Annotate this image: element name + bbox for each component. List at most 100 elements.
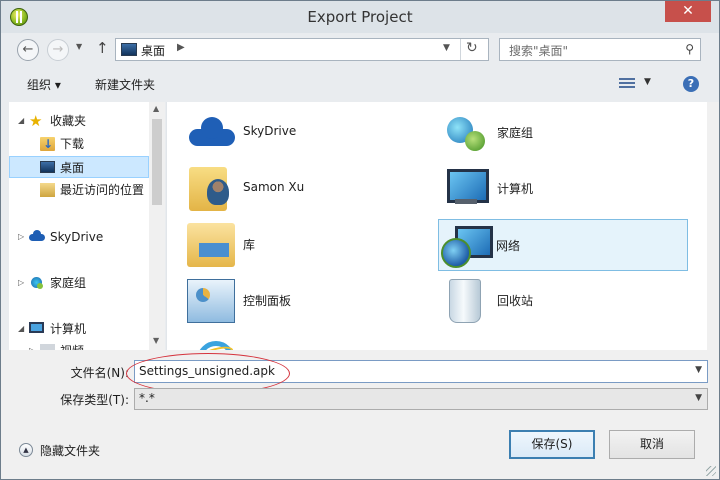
recycle-bin-icon bbox=[449, 279, 481, 323]
nav-item-label: SkyDrive bbox=[50, 230, 104, 244]
list-item-label: SkyDrive bbox=[243, 124, 297, 138]
save-button[interactable]: 保存(S) bbox=[509, 430, 595, 459]
list-item-label: 控制面板 bbox=[243, 294, 292, 308]
list-item-computer[interactable]: 计算机 bbox=[423, 163, 673, 215]
nav-item-label: 桌面 bbox=[60, 161, 85, 175]
new-folder-button[interactable]: 新建文件夹 bbox=[95, 76, 155, 93]
list-item-internet-explorer[interactable] bbox=[169, 331, 419, 350]
computer-icon bbox=[29, 322, 44, 333]
list-item-network[interactable]: 网络 bbox=[438, 219, 688, 271]
search-icon[interactable]: ⚲ bbox=[685, 42, 694, 56]
scroll-down-icon[interactable]: ▼ bbox=[153, 336, 159, 345]
skydrive-icon bbox=[187, 111, 235, 155]
address-bar[interactable]: 桌面 ▶ ▼ ↻ bbox=[115, 38, 489, 61]
internet-explorer-icon bbox=[187, 335, 235, 350]
back-arrow-icon: ← bbox=[22, 42, 34, 57]
list-item-label: 回收站 bbox=[497, 294, 534, 308]
command-bar: 组织 ▾ 新建文件夹 ▼ bbox=[1, 69, 719, 99]
nav-item-label: 最近访问的位置 bbox=[60, 183, 145, 197]
forward-button[interactable]: → bbox=[47, 39, 69, 61]
file-list-scrollbar[interactable] bbox=[707, 102, 719, 350]
libraries-icon bbox=[187, 223, 235, 267]
recent-places-icon bbox=[40, 183, 55, 197]
nav-item-label: 收藏夹 bbox=[50, 114, 87, 128]
resize-grip-icon[interactable] bbox=[706, 466, 716, 476]
address-location[interactable]: 桌面 bbox=[141, 42, 165, 59]
change-view-icon[interactable] bbox=[619, 76, 635, 90]
expanded-chevron-icon[interactable]: ◢ bbox=[18, 318, 24, 340]
organize-button[interactable]: 组织 ▾ bbox=[27, 76, 61, 93]
homegroup-icon bbox=[441, 111, 489, 155]
nav-item-label: 计算机 bbox=[50, 322, 87, 336]
list-item-label: 计算机 bbox=[497, 182, 534, 196]
user-folder-icon bbox=[189, 167, 229, 211]
nav-item-favorites[interactable]: ◢ 收藏夹 bbox=[9, 110, 149, 132]
window-title: Export Project bbox=[307, 8, 413, 26]
nav-item-skydrive[interactable]: ▷ SkyDrive bbox=[9, 226, 149, 248]
chevron-down-icon[interactable]: ▼ bbox=[695, 393, 702, 403]
skydrive-icon bbox=[29, 230, 45, 244]
divider bbox=[460, 39, 461, 60]
scrollbar-thumb[interactable] bbox=[152, 119, 162, 205]
collapse-up-icon: ▲ bbox=[19, 443, 33, 457]
chevron-down-icon[interactable]: ▼ bbox=[695, 365, 702, 375]
navigation-pane: ◢ 收藏夹 下载 桌面 最近访问的位置 ▷ SkyDrive ▷ 家庭组 ◢ bbox=[9, 102, 165, 350]
filetype-value: *.* bbox=[139, 391, 155, 405]
control-panel-icon bbox=[187, 279, 235, 323]
close-button[interactable]: ✕ bbox=[665, 1, 711, 22]
nav-item-computer[interactable]: ◢ 计算机 bbox=[9, 318, 149, 340]
list-item-label: 库 bbox=[243, 238, 256, 252]
refresh-icon[interactable]: ↻ bbox=[466, 40, 478, 56]
collapsed-chevron-icon[interactable]: ▷ bbox=[18, 226, 24, 248]
address-dropdown-icon[interactable]: ▼ bbox=[443, 43, 450, 53]
file-list-pane: SkyDrive 家庭组 Samon Xu 计算机 库 网络 控制面板 回收站 bbox=[166, 102, 707, 350]
cancel-button[interactable]: 取消 bbox=[609, 430, 695, 459]
hide-folders-label: 隐藏文件夹 bbox=[40, 444, 101, 458]
search-placeholder: 搜索"桌面" bbox=[509, 44, 569, 58]
nav-item-label: 家庭组 bbox=[50, 276, 87, 290]
nav-item-desktop[interactable]: 桌面 bbox=[9, 156, 149, 178]
recent-locations-button[interactable]: ▼ bbox=[76, 42, 82, 51]
homegroup-icon bbox=[29, 276, 44, 290]
collapsed-chevron-icon[interactable]: ▷ bbox=[29, 340, 35, 350]
desktop-icon bbox=[121, 43, 137, 56]
nav-item-label: 视频 bbox=[60, 340, 84, 350]
help-button[interactable]: ? bbox=[683, 76, 699, 92]
back-button[interactable]: ← bbox=[17, 39, 39, 61]
nav-item-label: 下载 bbox=[60, 137, 85, 151]
nav-item-recent-places[interactable]: 最近访问的位置 bbox=[9, 179, 149, 201]
filetype-select[interactable]: *.* ▼ bbox=[134, 388, 708, 410]
up-button[interactable]: ↑ bbox=[96, 39, 109, 57]
collapsed-chevron-icon[interactable]: ▷ bbox=[18, 272, 24, 294]
filename-field[interactable]: Settings_unsigned.apk ▼ bbox=[134, 360, 708, 383]
list-item-label: 家庭组 bbox=[497, 126, 534, 140]
list-item-user-folder[interactable]: Samon Xu bbox=[169, 163, 419, 215]
list-item-label: Samon Xu bbox=[243, 180, 305, 194]
list-item-libraries[interactable]: 库 bbox=[169, 219, 419, 271]
network-icon bbox=[441, 224, 493, 268]
nav-item-downloads[interactable]: 下载 bbox=[9, 133, 149, 155]
scroll-up-icon[interactable]: ▲ bbox=[153, 104, 159, 113]
list-item-skydrive[interactable]: SkyDrive bbox=[169, 107, 419, 159]
expanded-chevron-icon[interactable]: ◢ bbox=[18, 110, 24, 132]
title-bar: Export Project ✕ bbox=[1, 1, 719, 33]
view-options-dropdown-icon[interactable]: ▼ bbox=[644, 77, 651, 87]
navigation-scrollbar[interactable]: ▲ ▼ bbox=[149, 102, 165, 350]
save-dialog-window: Export Project ✕ ← → ▼ ↑ 桌面 ▶ ▼ ↻ 搜索"桌面"… bbox=[0, 0, 720, 480]
filetype-label: 保存类型(T): bbox=[60, 393, 129, 407]
download-folder-icon bbox=[40, 133, 55, 155]
forward-arrow-icon: → bbox=[52, 42, 64, 57]
up-arrow-icon: ↑ bbox=[96, 39, 109, 57]
search-input[interactable]: 搜索"桌面" ⚲ bbox=[499, 38, 701, 61]
list-item-recycle-bin[interactable]: 回收站 bbox=[423, 275, 673, 327]
list-item-homegroup[interactable]: 家庭组 bbox=[423, 107, 673, 159]
desktop-icon bbox=[40, 161, 55, 173]
filename-label: 文件名(N): bbox=[70, 366, 129, 380]
nav-item-homegroup[interactable]: ▷ 家庭组 bbox=[9, 272, 149, 294]
chevron-down-icon: ▼ bbox=[76, 42, 83, 51]
list-item-control-panel[interactable]: 控制面板 bbox=[169, 275, 419, 327]
filename-value[interactable]: Settings_unsigned.apk bbox=[139, 364, 275, 378]
star-icon bbox=[29, 110, 44, 132]
breadcrumb-chevron-icon[interactable]: ▶ bbox=[177, 42, 185, 53]
nav-item-videos[interactable]: ▷ 视频 bbox=[9, 340, 149, 350]
